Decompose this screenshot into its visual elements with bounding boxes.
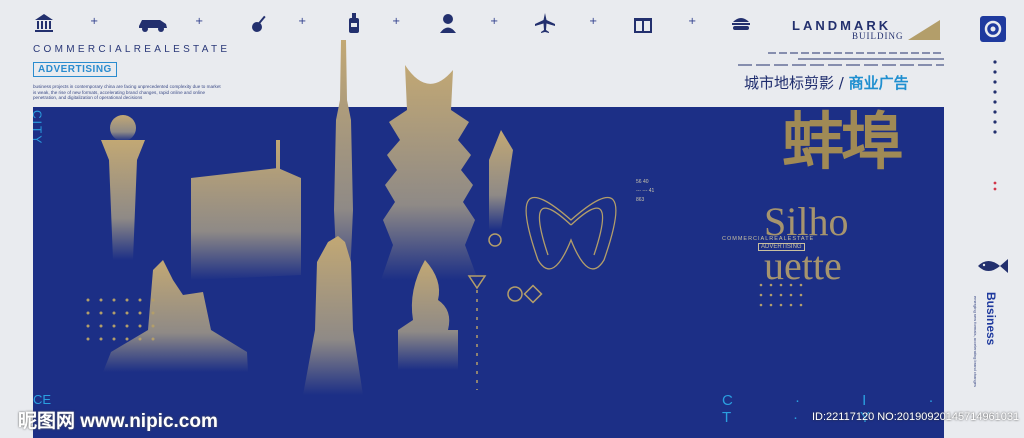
plus-mark: + [490, 16, 499, 27]
tower-silhouette [101, 115, 145, 260]
red-dot-marks [993, 181, 997, 191]
business-description: emerging new formats, accelerating brand… [973, 296, 978, 387]
plus-mark: + [195, 16, 204, 27]
plus-mark: + [589, 16, 598, 27]
image-id-watermark: ID:22117120 NO:20190920145714961031 [812, 411, 1020, 423]
commercial-label-small: COMMERCIALREALESTATE [722, 236, 815, 242]
ce-fragment: CE [33, 392, 52, 407]
building-silhouette [191, 140, 301, 280]
advertising-label-small: ADVERTISING [758, 243, 805, 251]
city-vertical-label: CITY [30, 110, 44, 146]
fish-icon [978, 259, 1008, 273]
number-line: --- --- 41 [636, 188, 655, 194]
business-label: Business [984, 292, 998, 346]
pillar-silhouette [489, 130, 513, 230]
number-line: 863 [636, 197, 645, 203]
number-line: 56 40 [636, 179, 649, 185]
dot-column [993, 60, 997, 134]
statue-silhouette [303, 236, 363, 395]
lotus-outline [525, 196, 617, 270]
pagoda-silhouette [381, 65, 478, 280]
right-sidebar [944, 0, 1024, 438]
number-annotations: 56 40 --- --- 41 863 [636, 178, 654, 205]
city-name-large: 蚌埠 [782, 105, 903, 178]
plus-mark: + [688, 16, 697, 27]
geometric-ornament [467, 233, 543, 390]
plus-mark: + [298, 16, 307, 27]
plus-mark: + [90, 16, 99, 27]
target-icon [980, 16, 1006, 42]
plus-mark: + [392, 16, 401, 27]
site-watermark: 昵图网 www.nipic.com [18, 411, 218, 432]
